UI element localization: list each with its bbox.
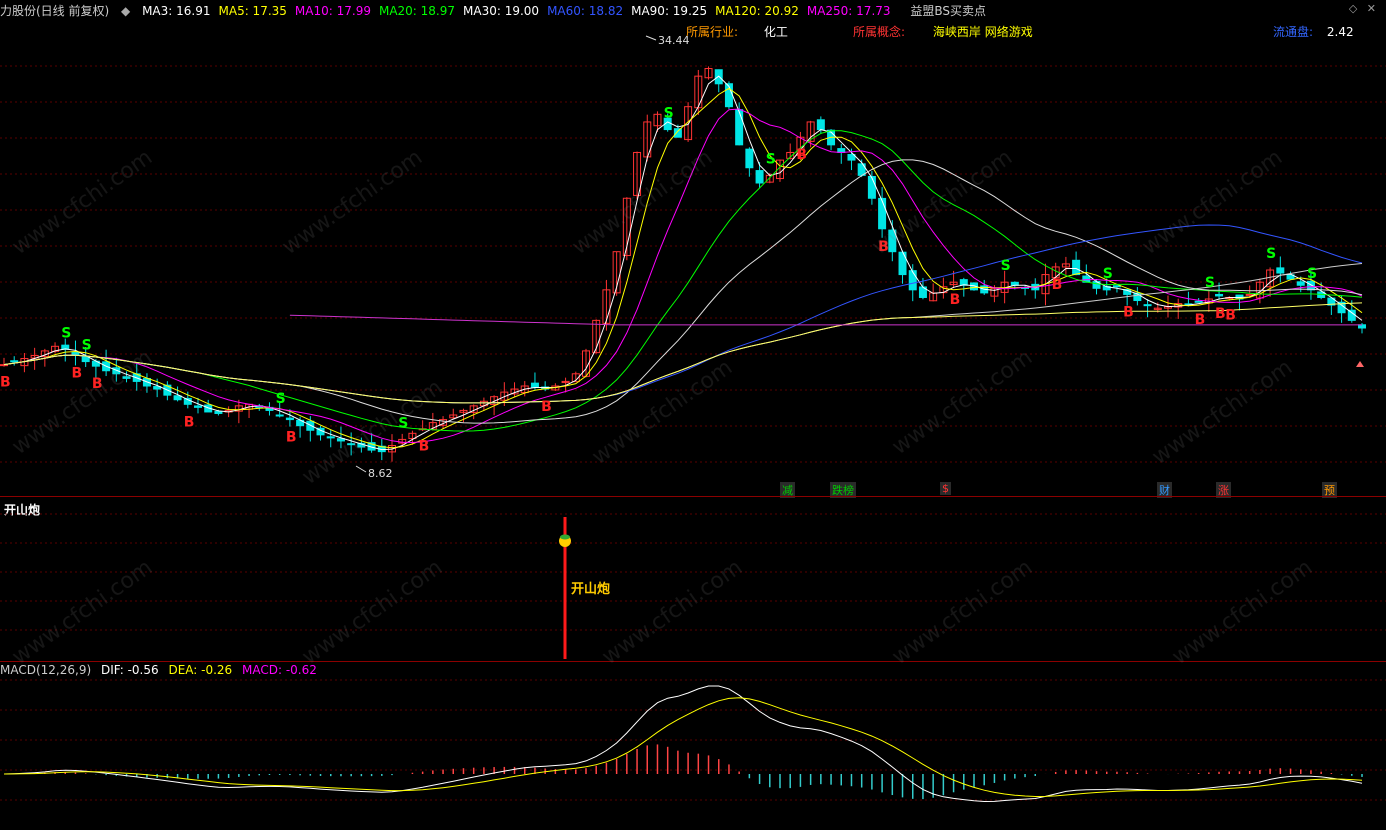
signal-chart[interactable] <box>0 497 1386 661</box>
candle-body <box>1194 300 1203 303</box>
candle-body <box>81 356 90 363</box>
candle-body <box>0 364 8 367</box>
buy-signal: B <box>1052 277 1063 293</box>
candle-body <box>867 176 876 199</box>
indicator-name[interactable]: 益盟BS买卖点 <box>910 4 986 18</box>
candle-body <box>1347 309 1356 321</box>
sell-signal: S <box>1001 258 1011 274</box>
macd-chart[interactable] <box>0 662 1386 828</box>
sell-signal: S <box>398 415 408 431</box>
ma5-line <box>3 87 1363 449</box>
candle-body <box>1143 304 1152 307</box>
ma90-line <box>3 263 1363 404</box>
buy-signal: B <box>0 375 11 391</box>
ma-label-4: MA30: 19.00 <box>463 4 540 18</box>
sell-signal: S <box>664 106 674 122</box>
sell-signal: S <box>61 325 71 341</box>
ma-label-1: MA5: 17.35 <box>218 4 287 18</box>
buy-signal: B <box>184 414 195 430</box>
buy-signal: B <box>541 399 552 415</box>
ma-label-3: MA20: 18.97 <box>378 4 456 18</box>
buy-signal: B <box>878 239 889 255</box>
buy-signal: B <box>950 292 961 308</box>
ma30-line <box>3 159 1363 424</box>
sell-signal: S <box>82 338 92 354</box>
signal-ball-cap <box>560 534 570 540</box>
candle-body <box>878 197 887 230</box>
candle-body <box>816 119 825 131</box>
sell-signal: S <box>1103 266 1113 282</box>
buy-signal: B <box>92 376 103 392</box>
low-price-label: 8.62 <box>368 467 393 480</box>
ma-label-2: MA10: 17.99 <box>294 4 371 18</box>
ma-label-6: MA90: 19.25 <box>631 4 708 18</box>
price-chart[interactable]: BBBBBBBBBBBB B B BSSSSSSS SSSS34.448.62 <box>0 18 1386 496</box>
candle-body <box>285 417 294 421</box>
buy-signal: B <box>1195 312 1206 328</box>
sell-signal: S <box>1307 266 1317 282</box>
buy-signal: B <box>419 439 430 455</box>
buy-signal: B <box>286 430 297 446</box>
sell-signal: S <box>1205 275 1215 291</box>
ma120-line <box>3 302 1363 404</box>
candle-body <box>1112 285 1121 288</box>
high-price-pointer <box>645 35 657 41</box>
buy-signal: B <box>1215 306 1226 322</box>
candle-body <box>745 148 754 169</box>
candle-body <box>326 436 335 439</box>
event-tags-row: 减跌榜 $ 财涨预 <box>0 482 1386 498</box>
ma-label-0: MA3: 16.91 <box>142 4 211 18</box>
sell-signal: S <box>276 391 286 407</box>
ma-label-5: MA60: 18.82 <box>547 4 624 18</box>
candle-body <box>1306 280 1315 291</box>
low-price-pointer <box>355 465 367 473</box>
chart-header: 力股份(日线 前复权) ◆ MA3: 16.91 MA5: 17.35 MA10: … <box>0 2 994 19</box>
candle-body <box>908 270 917 291</box>
dif-line <box>3 685 1363 803</box>
high-price-label: 34.44 <box>658 34 690 47</box>
dea-line <box>3 697 1363 798</box>
candle-body <box>122 376 131 379</box>
buy-signal: B <box>71 365 82 381</box>
window-controls: ◇ ✕ <box>1349 2 1376 15</box>
candle-body <box>347 443 356 446</box>
sell-signal: S <box>766 151 776 167</box>
collapse-icon[interactable]: ◆ <box>121 4 130 18</box>
ma60-line <box>3 224 1363 404</box>
candle-body <box>275 414 284 417</box>
buy-signal: B <box>1225 307 1236 323</box>
candle-body <box>735 109 744 146</box>
ma3-line <box>3 75 1363 451</box>
diamond-icon[interactable]: ◇ <box>1349 2 1357 15</box>
candle-body <box>1215 293 1224 297</box>
ma-label-8: MA250: 17.73 <box>806 4 891 18</box>
candle-body <box>1276 267 1285 274</box>
buy-signal: B <box>796 147 807 163</box>
candle-body <box>10 360 19 363</box>
ma-legend: MA3: 16.91 MA5: 17.35 MA10: 17.99 MA20: 18.… <box>142 4 898 18</box>
candle-body <box>194 405 202 408</box>
signal-marker-label: 开山炮 <box>571 582 611 597</box>
sell-signal: S <box>1266 246 1276 262</box>
ma20-line <box>3 130 1363 432</box>
ma-label-7: MA120: 20.92 <box>715 4 799 18</box>
candle-body <box>755 170 764 184</box>
last-price-marker <box>1356 361 1364 367</box>
buy-signal: B <box>1123 304 1134 320</box>
event-tag[interactable]: $ <box>940 482 951 495</box>
candle-body <box>673 128 682 138</box>
close-icon[interactable]: ✕ <box>1367 2 1376 15</box>
candle-body <box>1296 281 1305 286</box>
ma10-line <box>3 108 1363 444</box>
candle-body <box>214 410 223 414</box>
stock-title[interactable]: 力股份(日线 前复权) <box>0 4 109 18</box>
candle-body <box>530 382 539 389</box>
candle-body <box>1072 259 1081 276</box>
